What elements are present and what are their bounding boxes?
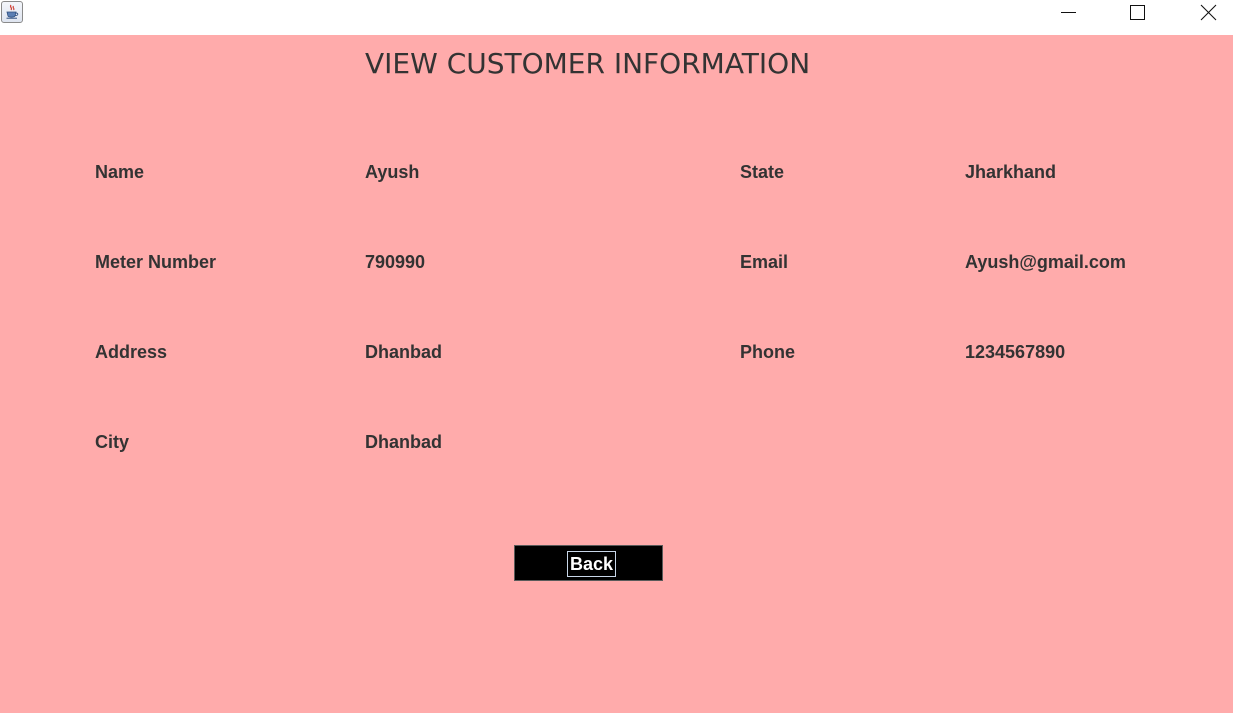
close-icon (1200, 4, 1217, 21)
meter-number-value: 790990 (365, 252, 426, 272)
email-value: Ayush@gmail.com (965, 252, 1126, 272)
phone-value: 1234567890 (965, 342, 1066, 362)
name-value: Ayush (365, 162, 420, 182)
app-window: VIEW CUSTOMER INFORMATION Name Ayush Met… (0, 0, 1233, 713)
minimize-button[interactable] (1045, 0, 1091, 26)
back-button[interactable]: Back (514, 545, 663, 581)
minimize-icon (1061, 12, 1076, 13)
address-label: Address (95, 342, 168, 362)
java-cup-icon[interactable] (1, 1, 23, 23)
back-button-label: Back (567, 551, 617, 577)
state-value: Jharkhand (965, 162, 1057, 182)
close-button[interactable] (1185, 0, 1231, 26)
city-label: City (95, 432, 130, 452)
page-title: VIEW CUSTOMER INFORMATION (365, 47, 811, 80)
maximize-icon (1130, 5, 1145, 20)
state-label: State (740, 162, 785, 182)
name-label: Name (95, 162, 145, 182)
phone-label: Phone (740, 342, 796, 362)
address-value: Dhanbad (365, 342, 443, 362)
title-bar (0, 0, 1233, 35)
maximize-button[interactable] (1114, 0, 1160, 26)
city-value: Dhanbad (365, 432, 443, 452)
email-label: Email (740, 252, 789, 272)
customer-info-panel: VIEW CUSTOMER INFORMATION Name Ayush Met… (0, 35, 1233, 713)
meter-number-label: Meter Number (95, 252, 217, 272)
